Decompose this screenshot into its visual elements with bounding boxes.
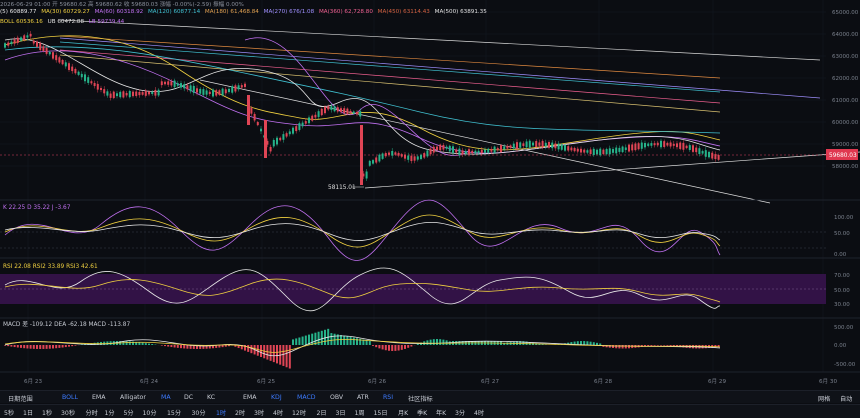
svg-text:0.00: 0.00 <box>834 343 847 349</box>
interval-8[interactable]: 15分 <box>167 408 181 417</box>
indicator-toolbar: 日期范围 BOLL EMA Alligator MA DC KC EMA KDJ… <box>0 390 860 403</box>
interval-19[interactable]: 月K <box>398 408 408 417</box>
interval-22[interactable]: 3分 <box>455 408 465 417</box>
rsi-label: RSI 22.08 RSI2 33.89 RSI3 42.61 <box>3 264 98 270</box>
indicator-ema-sub[interactable]: EMA <box>243 394 256 401</box>
svg-text:-500.00: -500.00 <box>834 362 856 368</box>
interval-17[interactable]: 1周 <box>355 408 365 417</box>
ma270-value: MA(270) 676/1.08 <box>264 9 315 15</box>
svg-text:6月 24: 6月 24 <box>140 378 158 385</box>
macd-label: MACD 差 -109.12 DEA -62.18 MACD -113.87 <box>3 320 130 328</box>
ma500-value: MA(500) 63891.35 <box>435 9 487 15</box>
interval-14[interactable]: 12时 <box>292 408 306 417</box>
interval-12[interactable]: 3时 <box>254 408 264 417</box>
price-tick: 62000.00 <box>832 76 859 82</box>
interval-11[interactable]: 2时 <box>235 408 245 417</box>
indicator-kc[interactable]: KC <box>207 394 215 401</box>
ma180-value: MA(180) 61,468.84 <box>205 9 259 15</box>
interval-7[interactable]: 10分 <box>143 408 157 417</box>
interval-21[interactable]: 年K <box>436 408 446 417</box>
indicator-alligator[interactable]: Alligator <box>120 394 146 401</box>
interval-9[interactable]: 30分 <box>192 408 206 417</box>
kdj-panel[interactable]: K 22.25 D 35.22 J -3.67 100.00 50.00 0.0… <box>0 200 854 260</box>
svg-text:0.00: 0.00 <box>834 252 847 258</box>
ma450-value: MA(450) 63114.43 <box>378 9 430 15</box>
svg-text:30.00: 30.00 <box>834 302 850 308</box>
indicator-macd[interactable]: MACD <box>297 394 316 401</box>
ohlc-readout: 2026-06-29 01:00 开 59680.62 高 59680.62 收… <box>0 0 244 8</box>
trendlines <box>60 20 860 203</box>
boll-mid-value: BOLL 60536.16 <box>0 19 43 25</box>
price-tick: 65000.00 <box>832 10 859 16</box>
price-tick: 60000.00 <box>832 120 859 126</box>
interval-15[interactable]: 2日 <box>317 408 327 417</box>
interval-toolbar: 5秒 1日 1秒 30秒 分时 1分 5分 10分 15分 30分 1时 2时 3时 4时 12时 2日 3日 1… <box>0 404 860 418</box>
date-axis: 6月 23 6月 24 6月 25 6月 26 6月 27 6月 28 6月 2… <box>24 378 837 385</box>
indicator-kdj[interactable]: KDJ <box>271 394 282 401</box>
interval-13[interactable]: 4时 <box>273 408 283 417</box>
interval-6[interactable]: 5分 <box>124 408 134 417</box>
interval-0[interactable]: 5秒 <box>4 408 14 417</box>
indicator-ema[interactable]: EMA <box>92 394 105 401</box>
kdj-label: K 22.25 D 35.22 J -3.67 <box>3 205 71 211</box>
trading-chart-app: 58115.01 65000.00 64000.00 63000.00 62000.0… <box>0 0 860 417</box>
price-axis: 65000.00 64000.00 63000.00 62000.00 61000.00… <box>832 10 859 170</box>
boll-legend: BOLL 60536.16 UB 60472.88 LB 59739.44 <box>0 19 127 25</box>
indicator-community[interactable]: 社区指标 <box>408 394 433 403</box>
price-tick: 64000.00 <box>832 32 859 38</box>
svg-text:6月 23: 6月 23 <box>24 378 42 385</box>
svg-text:500.00: 500.00 <box>834 325 854 331</box>
ma60-value: MA(60) 60318.92 <box>95 9 144 15</box>
svg-text:6月 30: 6月 30 <box>819 378 837 385</box>
low-price-label: 58115.01 <box>328 185 356 191</box>
interval-16[interactable]: 3日 <box>336 408 346 417</box>
ma-legend: (5) 60889.77 MA(30) 60729.27 MA(60) 6031… <box>0 9 490 15</box>
indicator-boll[interactable]: BOLL <box>62 394 78 401</box>
indicator-rsi[interactable]: RSI <box>383 394 393 401</box>
svg-text:50.00: 50.00 <box>834 231 850 237</box>
ma120-value: MA(120) 60877.14 <box>148 9 200 15</box>
svg-text:6月 29: 6月 29 <box>708 378 726 385</box>
svg-text:6月 25: 6月 25 <box>257 378 275 385</box>
chart-canvas[interactable]: 58115.01 65000.00 64000.00 63000.00 62000.0… <box>0 0 860 390</box>
current-price-text: 59680.03 <box>829 153 857 159</box>
interval-4[interactable]: 分时 <box>86 408 98 417</box>
interval-3[interactable]: 30秒 <box>61 408 75 417</box>
svg-text:6月 27: 6月 27 <box>481 378 499 385</box>
auto-scale-toggle[interactable]: 自动 <box>840 394 852 403</box>
price-tick: 58000.00 <box>832 164 859 170</box>
interval-1[interactable]: 1日 <box>23 408 33 417</box>
interval-23[interactable]: 4时 <box>474 408 484 417</box>
date-range-button[interactable]: 日期范围 <box>8 394 33 403</box>
ma5-value: (5) 60889.77 <box>0 9 36 15</box>
indicator-obv[interactable]: OBV <box>330 394 343 401</box>
svg-text:6月 28: 6月 28 <box>594 378 612 385</box>
price-tick: 61000.00 <box>832 98 859 104</box>
indicator-dc[interactable]: DC <box>184 394 193 401</box>
ma30-value: MA(30) 60729.27 <box>41 9 90 15</box>
boll-ub-value: UB 60472.88 <box>48 19 84 25</box>
grid-toggle[interactable]: 网格 <box>818 394 830 403</box>
macd-panel[interactable]: MACD 差 -109.12 DEA -62.18 MACD -113.87 5… <box>3 320 856 369</box>
price-tick: 63000.00 <box>832 54 859 60</box>
grid-lines <box>0 0 826 372</box>
price-tick: 59000.00 <box>832 142 859 148</box>
svg-text:50.00: 50.00 <box>834 288 850 294</box>
interval-5[interactable]: 1分 <box>105 408 115 417</box>
svg-text:6月 26: 6月 26 <box>368 378 386 385</box>
interval-18[interactable]: 15日 <box>374 408 388 417</box>
boll-lb-value: LB 59739.44 <box>89 19 124 25</box>
interval-10[interactable]: 1时 <box>216 408 226 417</box>
ma360-value: MA(360) 62,728.80 <box>319 9 373 15</box>
indicator-ma[interactable]: MA <box>161 394 171 401</box>
svg-text:100.00: 100.00 <box>834 215 854 221</box>
svg-text:70.00: 70.00 <box>834 273 850 279</box>
indicator-atr[interactable]: ATR <box>357 394 369 401</box>
interval-20[interactable]: 季K <box>417 408 427 417</box>
rsi-panel[interactable]: RSI 22.08 RSI2 33.89 RSI3 42.61 70.00 50… <box>0 264 850 311</box>
interval-2[interactable]: 1秒 <box>42 408 52 417</box>
